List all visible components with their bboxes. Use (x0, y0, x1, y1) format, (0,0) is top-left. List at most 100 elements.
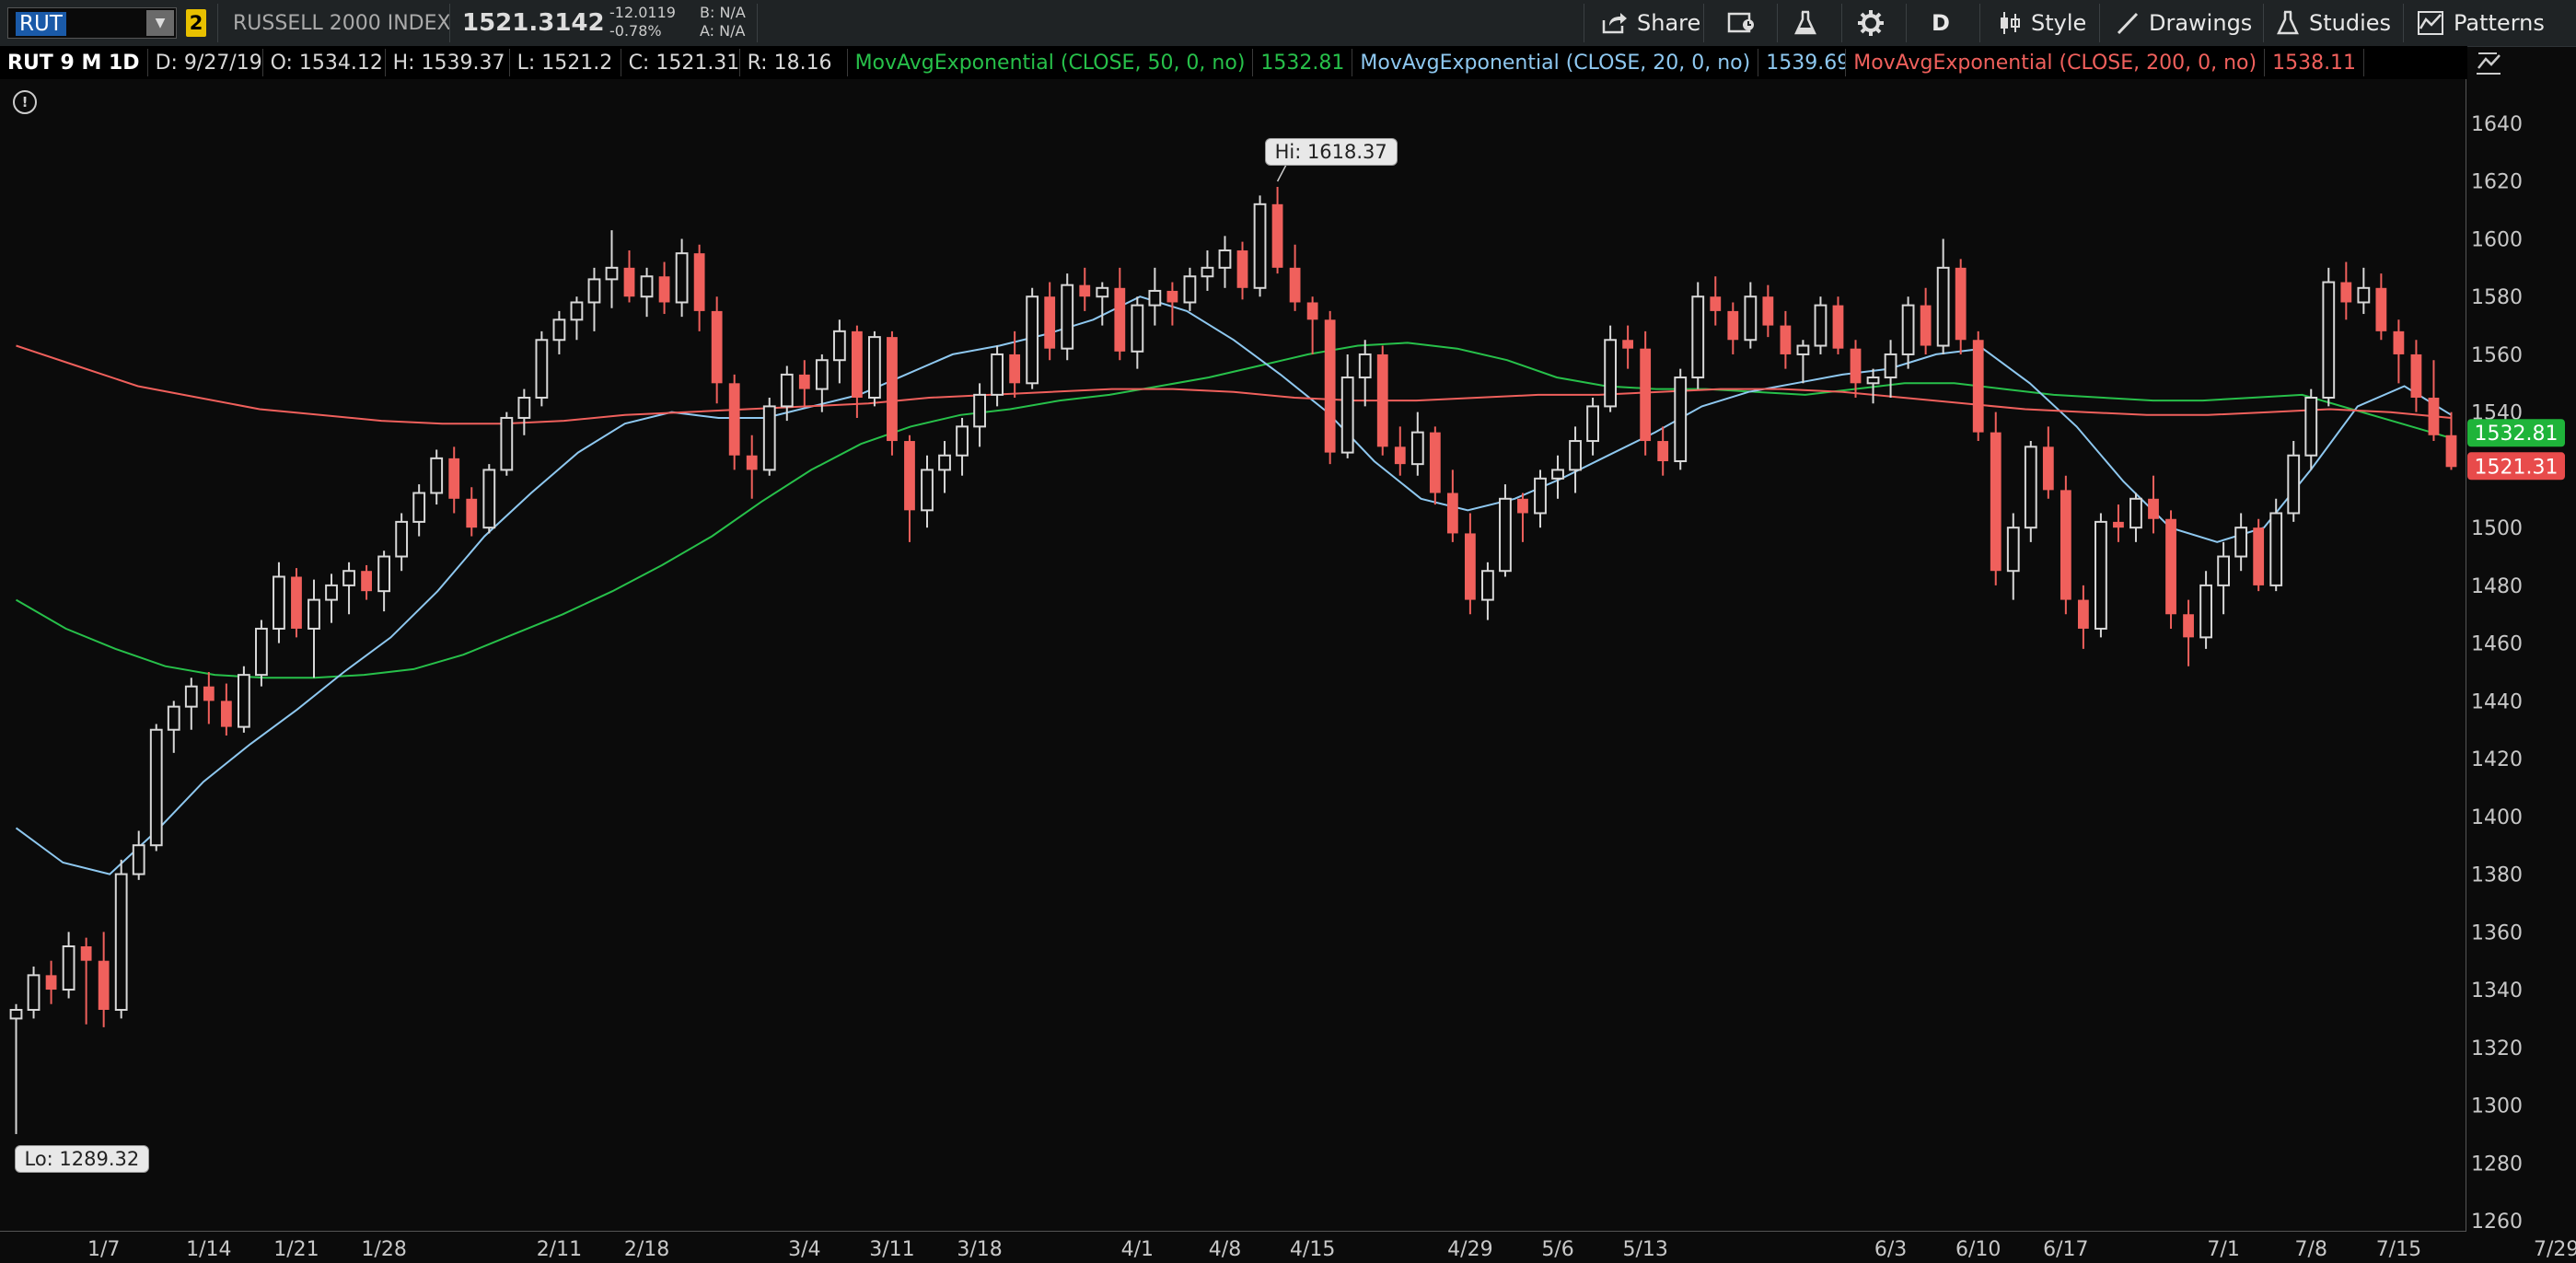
candle-body (2253, 527, 2265, 585)
candle-body (1166, 290, 1178, 303)
aggregation-button[interactable]: D (1932, 0, 1950, 46)
net-change-block: -12.0119 -0.78% (609, 4, 676, 41)
candle-body (1324, 319, 1336, 453)
legend-study-ema20[interactable]: MovAvgExponential (CLOSE, 20, 0, no) (1352, 49, 1759, 76)
legend-symbol-period: RUT 9 M 1D (0, 49, 148, 76)
candle-body (2165, 518, 2176, 615)
candle-body (1691, 295, 1705, 379)
candle-body (1586, 405, 1599, 443)
x-tick-label: 4/8 (1209, 1238, 1241, 1261)
candle-body (832, 330, 846, 362)
candle-body (2042, 446, 2054, 491)
y-tick-label: 1480 (2471, 575, 2523, 598)
candle-body (1744, 295, 1758, 342)
divider (2403, 4, 2404, 42)
ask-value: A: N/A (700, 22, 746, 40)
divider (449, 4, 450, 42)
candle-body (1832, 305, 1844, 349)
patterns-label: Patterns (2454, 10, 2545, 36)
candle-body (1955, 267, 1967, 341)
candle-body (307, 598, 320, 630)
candle-body (746, 455, 758, 470)
candle-body (1640, 348, 1652, 442)
candle-body (1410, 431, 1424, 466)
bid-ask-block: B: N/A A: N/A (700, 4, 746, 41)
candle-body (1990, 432, 2002, 572)
divider (1979, 4, 1980, 42)
studies-button[interactable]: Studies (2276, 0, 2391, 46)
divider (757, 4, 758, 42)
share-icon (1602, 13, 1627, 34)
candle-body (552, 319, 566, 342)
candle-body (1569, 440, 1582, 471)
link-group-badge[interactable]: 2 (186, 9, 206, 37)
candle-body (1009, 353, 1021, 384)
candle-body (395, 520, 409, 558)
candle-body (2094, 520, 2107, 630)
bid-value: B: N/A (700, 4, 746, 21)
y-tick-label: 1400 (2471, 806, 2523, 829)
flask-button[interactable] (1793, 0, 1817, 46)
candle-body (973, 393, 986, 428)
patterns-button[interactable]: Patterns (2417, 0, 2545, 46)
candle-body (377, 555, 391, 593)
symbol-description: RUSSELL 2000 INDEX (233, 11, 451, 35)
legend-date: D: 9/27/19 (148, 49, 263, 76)
candle-body (2217, 555, 2231, 586)
candle-body (517, 397, 531, 419)
symbol-input[interactable]: RUT ▼ (7, 7, 177, 39)
legend-study-ema200[interactable]: MovAvgExponential (CLOSE, 200, 0, no) (1846, 49, 2266, 76)
symbol-dropdown-icon[interactable]: ▼ (146, 10, 174, 36)
candle-body (1762, 296, 1774, 326)
high-marker-label: Hi: 1618.37 (1264, 138, 1398, 166)
candle-body (921, 469, 934, 512)
candle-body (2375, 287, 2387, 331)
legend-low: L: 1521.2 (510, 49, 621, 76)
legend-study-ema50[interactable]: MovAvgExponential (CLOSE, 50, 0, no) (848, 49, 1254, 76)
candle-body (728, 383, 740, 456)
candle-body (1306, 302, 1318, 320)
info-icon[interactable]: ! (13, 90, 37, 114)
drawings-button[interactable]: Drawings (2116, 0, 2252, 46)
candle-body (273, 575, 285, 630)
drawings-label: Drawings (2149, 10, 2253, 36)
candle-body (1061, 284, 1074, 350)
price-chart[interactable]: 1260 1280 1300 1320 1340 1360 1380 1400 1420 1440… (0, 79, 2576, 1263)
y-tick-label: 1560 (2471, 344, 2523, 367)
share-button[interactable]: Share (1600, 0, 1700, 46)
candle-body (482, 469, 496, 529)
candle-body (466, 498, 478, 528)
y-tick-label: 1640 (2471, 113, 2523, 136)
candle-body (167, 705, 180, 731)
calendar-button[interactable] (1727, 0, 1757, 46)
y-tick-label: 1500 (2471, 517, 2523, 540)
candle-body (149, 728, 163, 847)
divider (2099, 4, 2100, 42)
y-tick-label: 1300 (2471, 1095, 2523, 1118)
candle-body (2340, 282, 2352, 303)
divider (217, 4, 218, 42)
x-tick-label: 5/13 (1622, 1238, 1667, 1261)
chart-expand-icon[interactable] (2475, 50, 2502, 77)
main-toolbar: RUT ▼ 2 RUSSELL 2000 INDEX 1521.3142 -12… (0, 0, 2576, 47)
x-tick-label: 7/1 (2207, 1238, 2239, 1261)
symbol-value[interactable]: RUT (16, 12, 66, 36)
legend-range: R: 18.16 (740, 49, 848, 76)
candle-body (762, 405, 776, 471)
candle-body (1796, 344, 1810, 355)
candle-body (640, 275, 654, 298)
candle-body (45, 975, 57, 991)
candle-body (1901, 304, 1915, 355)
candle-body (132, 844, 145, 875)
candle-body (1674, 377, 1688, 463)
candle-body (658, 276, 670, 303)
candle-body (1972, 340, 1984, 433)
candle-body (220, 701, 232, 727)
settings-button[interactable] (1857, 0, 1885, 46)
patterns-icon (2418, 11, 2443, 35)
y-tick-label: 1600 (2471, 228, 2523, 251)
candle-body (2304, 397, 2318, 457)
style-button[interactable]: Style (1998, 0, 2086, 46)
price-tag-label: 1521.31 (2475, 456, 2559, 479)
candle-body (342, 570, 355, 586)
